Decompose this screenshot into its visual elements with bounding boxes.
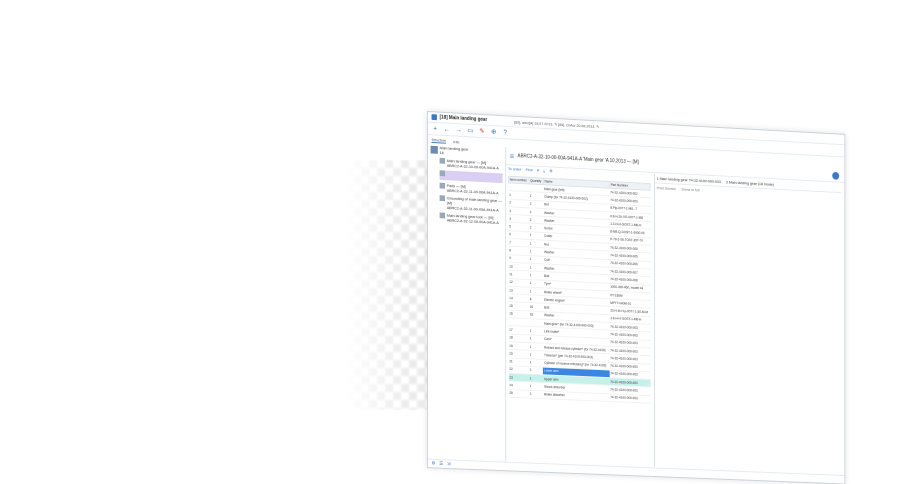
find-button[interactable]: Find	[526, 167, 533, 175]
tree-item-selected[interactable]	[439, 170, 503, 184]
print-screen-link[interactable]: Print Screen	[657, 185, 676, 191]
avatar[interactable]	[832, 171, 840, 180]
document-icon	[439, 212, 446, 219]
preview-tab[interactable]: 1 Main landing gear 74-32-4100-000-003	[657, 176, 721, 184]
link-icon[interactable]: ⊕	[490, 128, 497, 136]
preview-tab[interactable]: 2 Main landing gear (18 mode)	[726, 180, 774, 187]
back-icon[interactable]: ←	[443, 125, 450, 133]
add-icon[interactable]: +	[432, 125, 439, 133]
item-number-cell: 25	[508, 389, 529, 399]
to-order-button[interactable]: To order	[508, 166, 521, 174]
structure-tree: Main landing gear 18 Main landing gear —…	[427, 142, 507, 463]
document-icon	[439, 195, 446, 202]
folder-icon[interactable]: ▭	[467, 127, 474, 135]
document-icon	[439, 170, 446, 177]
tree-item[interactable]: Pads — [M] ABRC2-A-32-11-00-00A-941A-A	[439, 182, 503, 196]
settings-icon[interactable]: ⚙	[549, 168, 552, 176]
main-panel: ≡ ABRC2-A-32-10-00-00A-941A-A 'Main gear…	[506, 146, 845, 476]
tree-item[interactable]: Main landing gear — [M] ABRC2-A-32-10-00-…	[439, 157, 503, 171]
document-icon	[430, 145, 438, 154]
document-icon	[439, 182, 446, 189]
content-area: Main landing gear 18 Main landing gear —…	[427, 142, 845, 476]
window-title: [18] Main landing gear	[439, 114, 488, 123]
tree-item[interactable]: Main landing gear lock — [M] ABRC2-A-32-1…	[439, 212, 503, 225]
export-icon[interactable]: ⇲	[447, 461, 451, 467]
settings-icon[interactable]: ⚙	[432, 461, 436, 467]
table-body: Main gear (left) 74-32-4100-000-002 1 1 Clam…	[508, 182, 651, 404]
filter-icon[interactable]: ▾	[537, 168, 539, 176]
window-shadow	[345, 160, 435, 410]
tree-root[interactable]: Main landing gear 18	[430, 145, 503, 158]
help-icon[interactable]: ?	[502, 128, 509, 136]
tools-icon[interactable]: ✎	[478, 127, 485, 135]
part-number-cell: 74-32-4100-000-003	[609, 393, 651, 404]
forward-icon[interactable]: →	[455, 126, 462, 134]
name-cell: Brake absorber	[543, 390, 610, 402]
download-icon[interactable]: ⤓	[543, 168, 545, 176]
menu-icon[interactable]: ≡	[510, 151, 514, 160]
tree-item[interactable]: Grounding of main landing gear — [M] ABRC…	[439, 195, 503, 213]
preview-pane: 1 Main landing gear 74-32-4100-000-003 2…	[654, 171, 841, 474]
show-full-link[interactable]: Show in full	[681, 187, 699, 193]
app-icon	[431, 114, 437, 121]
document-icon	[439, 157, 446, 164]
app-window: [18] Main landing gear [85], aircr[A] 18…	[427, 111, 846, 484]
quantity-cell: 1	[528, 390, 544, 399]
list-icon[interactable]: ☰	[439, 461, 443, 467]
document-title: ABRC2-A-32-10-00-00A-941A-A 'Main gear '…	[517, 153, 639, 166]
tree-item-code	[447, 175, 448, 180]
parts-table: Item number Quantity Name Part Number Ma…	[508, 176, 651, 404]
